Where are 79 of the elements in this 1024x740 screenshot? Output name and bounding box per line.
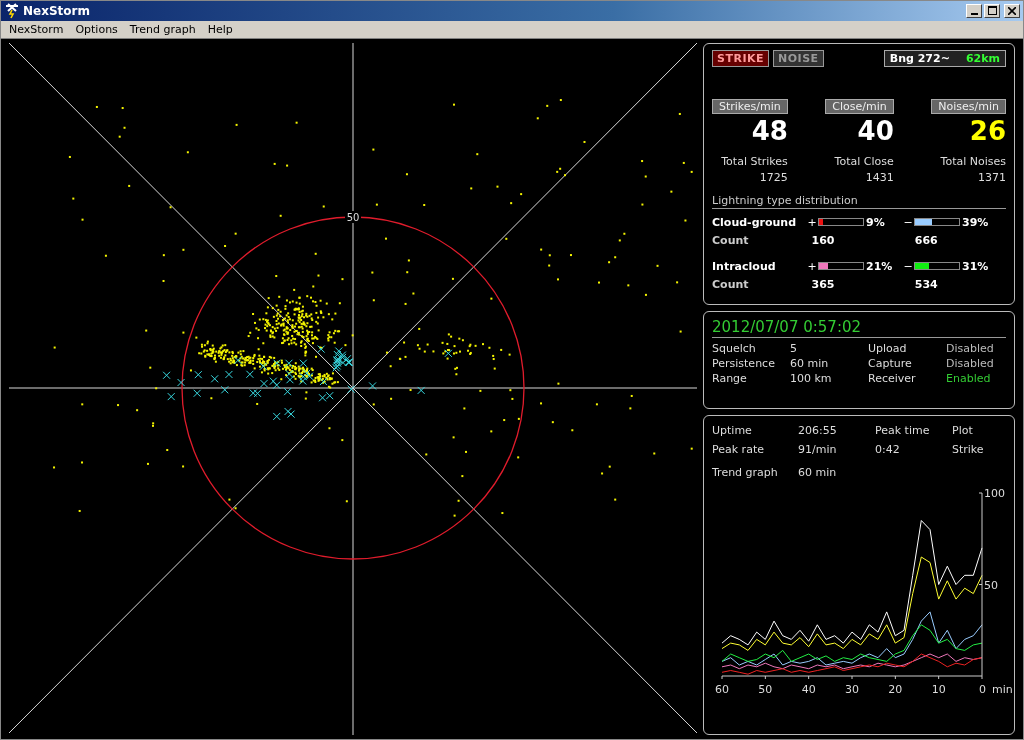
distance-value: 62km xyxy=(965,52,1000,65)
setting-label: Squelch xyxy=(712,342,757,355)
type-label: Cloud-ground xyxy=(712,215,798,229)
range-label: 50 xyxy=(346,212,360,223)
stat-text: Uptime xyxy=(712,424,753,437)
stat-text: Plot xyxy=(952,424,974,437)
stat-text: Peak time xyxy=(875,424,931,437)
stat-text: Peak rate xyxy=(712,443,765,456)
setting-label: Persistence xyxy=(712,357,776,370)
service-status: Enabled xyxy=(946,372,992,385)
rate-button[interactable]: Close/min xyxy=(825,99,894,114)
menu-item[interactable]: Help xyxy=(201,22,239,36)
rate-button[interactable]: Strikes/min xyxy=(712,99,788,114)
service-label: Receiver xyxy=(868,372,917,385)
total-label: Total Strikes xyxy=(721,154,788,170)
x-tick-label: 30 xyxy=(845,683,859,696)
rate-value: 48 xyxy=(751,116,788,146)
x-tick-label: 40 xyxy=(801,683,816,696)
x-tick-label: 0 xyxy=(979,683,986,696)
count-value: 666 xyxy=(913,233,939,247)
total-value: 1431 xyxy=(865,170,894,186)
close-button[interactable] xyxy=(1004,3,1020,18)
count-label: Count xyxy=(712,233,750,247)
service-status: Disabled xyxy=(946,357,995,370)
menu-item[interactable]: NexStorm xyxy=(3,22,70,36)
total-value: 1725 xyxy=(759,170,788,186)
x-tick-label: 50 xyxy=(758,683,773,696)
setting-label: Range xyxy=(712,372,748,385)
menu-item[interactable]: Options xyxy=(69,22,124,36)
rate-value: 40 xyxy=(857,116,894,146)
percent-value: 39% xyxy=(962,215,990,229)
percent-value: 9% xyxy=(866,215,886,229)
mode-toggle[interactable]: NOISE xyxy=(773,50,824,67)
setting-value: 100 km xyxy=(790,372,833,385)
x-tick-label: 60 xyxy=(715,683,729,696)
date-time: 2012/07/07 0:57:02 xyxy=(712,318,1006,338)
minimize-icon xyxy=(970,12,978,15)
stat-text: 91/min xyxy=(798,443,838,456)
rate-value: 26 xyxy=(969,116,1006,146)
trend-label: Trend graph xyxy=(712,466,779,479)
bearing-value: Bng 272~ xyxy=(889,52,950,65)
x-axis-label: min xyxy=(992,683,1012,696)
window-title: NexStorm xyxy=(23,3,91,18)
total-label: Total Noises xyxy=(940,154,1006,170)
x-tick-label: 20 xyxy=(888,683,903,696)
mode-toggle[interactable]: STRIKE xyxy=(712,50,770,67)
stat-text: Strike xyxy=(952,443,985,456)
polarity-sign: + xyxy=(806,215,818,229)
service-label: Upload xyxy=(868,342,908,355)
section-title: Lightning type distribution xyxy=(712,194,1006,209)
setting-value: 5 xyxy=(790,342,798,355)
lightning-icon xyxy=(4,2,20,19)
close-icon xyxy=(1008,6,1016,15)
service-label: Capture xyxy=(868,357,913,370)
menu-item[interactable]: Trend graph xyxy=(123,22,202,36)
service-status: Disabled xyxy=(946,342,995,355)
trend-value: 60 min xyxy=(798,466,838,479)
count-value: 160 xyxy=(810,233,836,247)
y-tick-label: 50 xyxy=(984,578,998,592)
stat-text: 206:55 xyxy=(798,424,838,437)
count-label: Count xyxy=(712,277,750,291)
maximize-icon xyxy=(987,6,997,16)
x-tick-label: 10 xyxy=(931,683,946,696)
polarity-sign: + xyxy=(806,259,818,273)
percent-value: 21% xyxy=(866,259,894,273)
stat-text: 0:42 xyxy=(875,443,901,456)
count-value: 365 xyxy=(810,277,836,291)
minimize-button[interactable] xyxy=(966,3,982,18)
rate-button[interactable]: Noises/min xyxy=(931,99,1006,114)
y-tick-label: 100 xyxy=(984,487,1005,500)
total-value: 1371 xyxy=(978,170,1006,186)
polarity-sign: − xyxy=(902,215,914,229)
total-label: Total Close xyxy=(834,154,894,170)
type-label: Intracloud xyxy=(712,259,777,273)
count-value: 534 xyxy=(913,277,939,291)
maximize-button[interactable] xyxy=(984,3,1000,18)
polarity-sign: − xyxy=(902,259,914,273)
setting-value: 60 min xyxy=(790,357,830,370)
percent-value: 31% xyxy=(962,259,990,273)
